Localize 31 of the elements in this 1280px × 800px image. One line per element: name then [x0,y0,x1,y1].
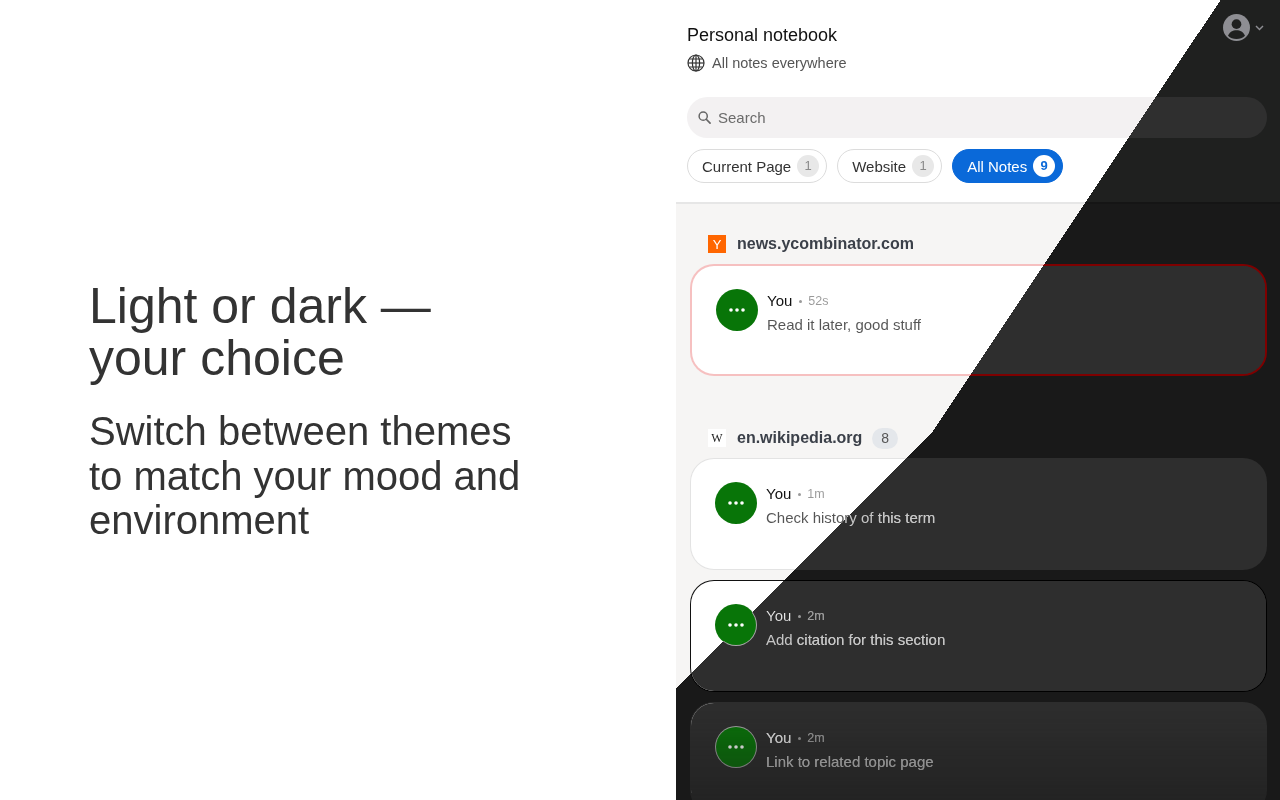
dots-avatar-icon [715,604,757,646]
note-card[interactable]: You 2m Link to related topic page [690,702,1267,800]
dots-avatar-icon [716,289,758,331]
site-favicon-icon: Y [708,235,726,253]
note-card[interactable]: You 52s Read it later, good stuff [690,264,1267,376]
count-badge: 1 [912,155,935,177]
scope-label: All notes everywhere [712,54,847,72]
count-badge: 1 [797,155,820,177]
site-favicon-icon: W [708,429,726,447]
chevron-down-icon[interactable] [1255,24,1264,31]
promo-subtitle: Switch between themes to match your mood and environment [89,409,522,543]
note-card[interactable]: You 2m Add citation for this section [690,580,1267,692]
globe-icon [687,54,705,72]
note-count: 8 [872,427,899,449]
filter-tab[interactable]: All Notes 9 [952,149,1064,183]
dots-avatar-icon [715,482,757,524]
site-name: en.wikipedia.org [737,428,863,448]
dots-avatar-icon [715,726,757,768]
account-avatar-icon[interactable] [1223,14,1250,41]
separator-dot-icon [798,736,802,740]
search-icon [698,111,711,124]
filter-tab[interactable]: Website 1 [837,149,943,183]
separator-dot-icon [798,614,802,618]
count-badge: 9 [1033,155,1056,177]
separator-dot-icon [799,299,803,303]
promo-headline: Light or dark — your choice [89,280,432,384]
notebook-title: Personal notebook [687,24,839,46]
separator-dot-icon [798,492,802,496]
filter-tab[interactable]: Current Page 1 [687,149,828,183]
site-name: news.ycombinator.com [737,234,914,254]
search-field[interactable]: Search [687,97,1267,138]
